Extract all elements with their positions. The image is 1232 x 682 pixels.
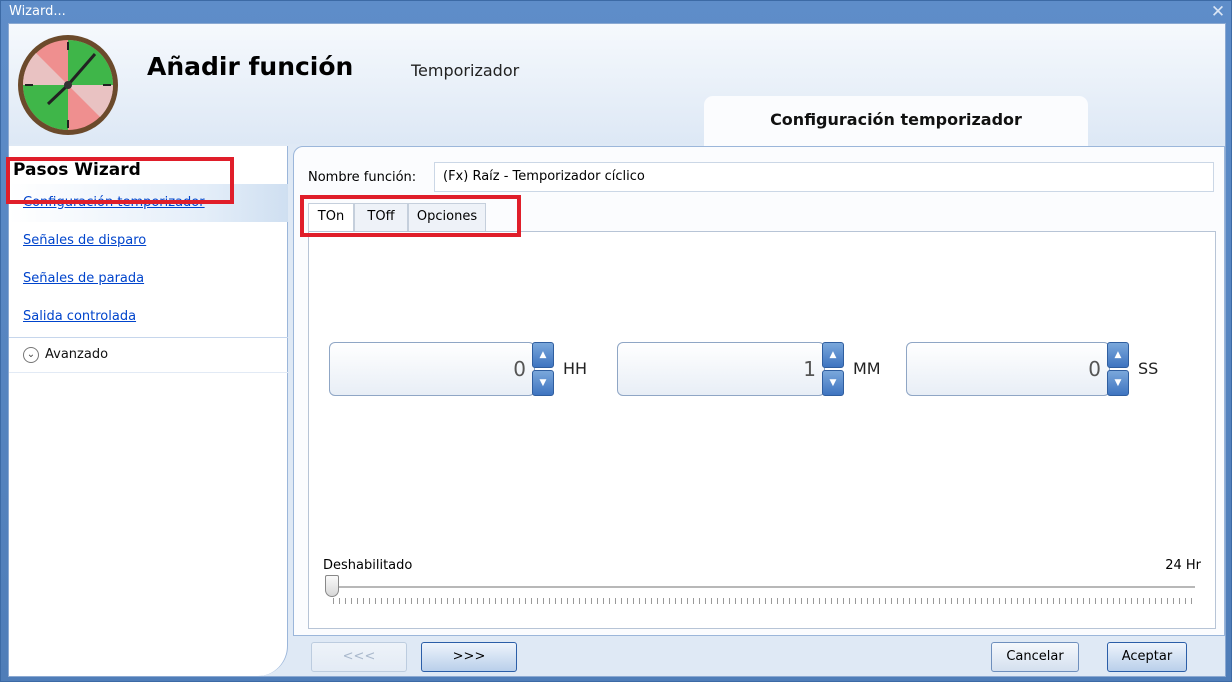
seconds-unit-label: SS bbox=[1138, 359, 1159, 378]
hours-spin-buttons: ▲ ▼ bbox=[532, 342, 556, 396]
minutes-increment-button[interactable]: ▲ bbox=[822, 342, 844, 368]
seconds-spin-buttons: ▲ ▼ bbox=[1107, 342, 1131, 396]
seconds-decrement-button[interactable]: ▼ bbox=[1107, 370, 1129, 396]
hours-increment-button[interactable]: ▲ bbox=[532, 342, 554, 368]
slider-thumb[interactable] bbox=[325, 575, 339, 597]
close-icon[interactable]: ✕ bbox=[1209, 1, 1227, 23]
wizard-client-area: Añadir función Temporizador Configuració… bbox=[8, 23, 1226, 677]
minutes-decrement-button[interactable]: ▼ bbox=[822, 370, 844, 396]
minutes-spin-buttons: ▲ ▼ bbox=[822, 342, 846, 396]
function-name-label: Nombre función: bbox=[308, 170, 417, 185]
function-name-field[interactable]: (Fx) Raíz - Temporizador cíclico bbox=[434, 162, 1214, 192]
accept-button[interactable]: Aceptar bbox=[1107, 642, 1187, 672]
seconds-input[interactable]: 0 bbox=[906, 342, 1110, 396]
highlight-box-step bbox=[6, 157, 234, 204]
ton-tab-panel: 0 ▲ ▼ HH 1 ▲ ▼ MM 0 ▲ ▼ SS Deshabilitado… bbox=[308, 231, 1216, 629]
advanced-toggle[interactable]: ⌄ Avanzado bbox=[9, 337, 288, 373]
slider-track[interactable] bbox=[331, 586, 1195, 588]
wizard-window: Wizard... ✕ Añadir función Temporizador bbox=[0, 0, 1232, 682]
minutes-input[interactable]: 1 bbox=[617, 342, 825, 396]
seconds-increment-button[interactable]: ▲ bbox=[1107, 342, 1129, 368]
back-button[interactable]: <<< bbox=[311, 642, 407, 672]
tab-configuracion-temporizador[interactable]: Configuración temporizador bbox=[704, 96, 1088, 146]
wizard-header: Añadir función Temporizador Configuració… bbox=[9, 24, 1225, 146]
sidebar-item-senales-disparo[interactable]: Señales de disparo bbox=[9, 222, 288, 260]
advanced-label: Avanzado bbox=[45, 347, 109, 362]
slider-min-label: Deshabilitado bbox=[323, 558, 413, 573]
minutes-unit-label: MM bbox=[853, 359, 881, 378]
page-title: Añadir función bbox=[147, 52, 354, 81]
highlight-box-tabs bbox=[300, 195, 521, 237]
hours-unit-label: HH bbox=[563, 359, 588, 378]
window-title: Wizard... bbox=[9, 4, 66, 19]
cancel-button[interactable]: Cancelar bbox=[991, 642, 1079, 672]
wizard-steps-sidebar: Pasos Wizard Configuración temporizador … bbox=[9, 146, 288, 676]
sidebar-item-senales-parada[interactable]: Señales de parada bbox=[9, 260, 288, 298]
sidebar-item-salida-controlada[interactable]: Salida controlada bbox=[9, 298, 288, 336]
next-button[interactable]: >>> bbox=[421, 642, 517, 672]
page-subtitle: Temporizador bbox=[411, 61, 520, 80]
hours-input[interactable]: 0 bbox=[329, 342, 535, 396]
slider-ticks bbox=[333, 598, 1197, 604]
title-bar: Wizard... ✕ bbox=[1, 1, 1232, 23]
clock-logo-icon bbox=[18, 35, 118, 135]
slider-max-label: 24 Hr bbox=[1165, 558, 1201, 573]
hours-decrement-button[interactable]: ▼ bbox=[532, 370, 554, 396]
chevron-down-icon: ⌄ bbox=[23, 346, 39, 363]
